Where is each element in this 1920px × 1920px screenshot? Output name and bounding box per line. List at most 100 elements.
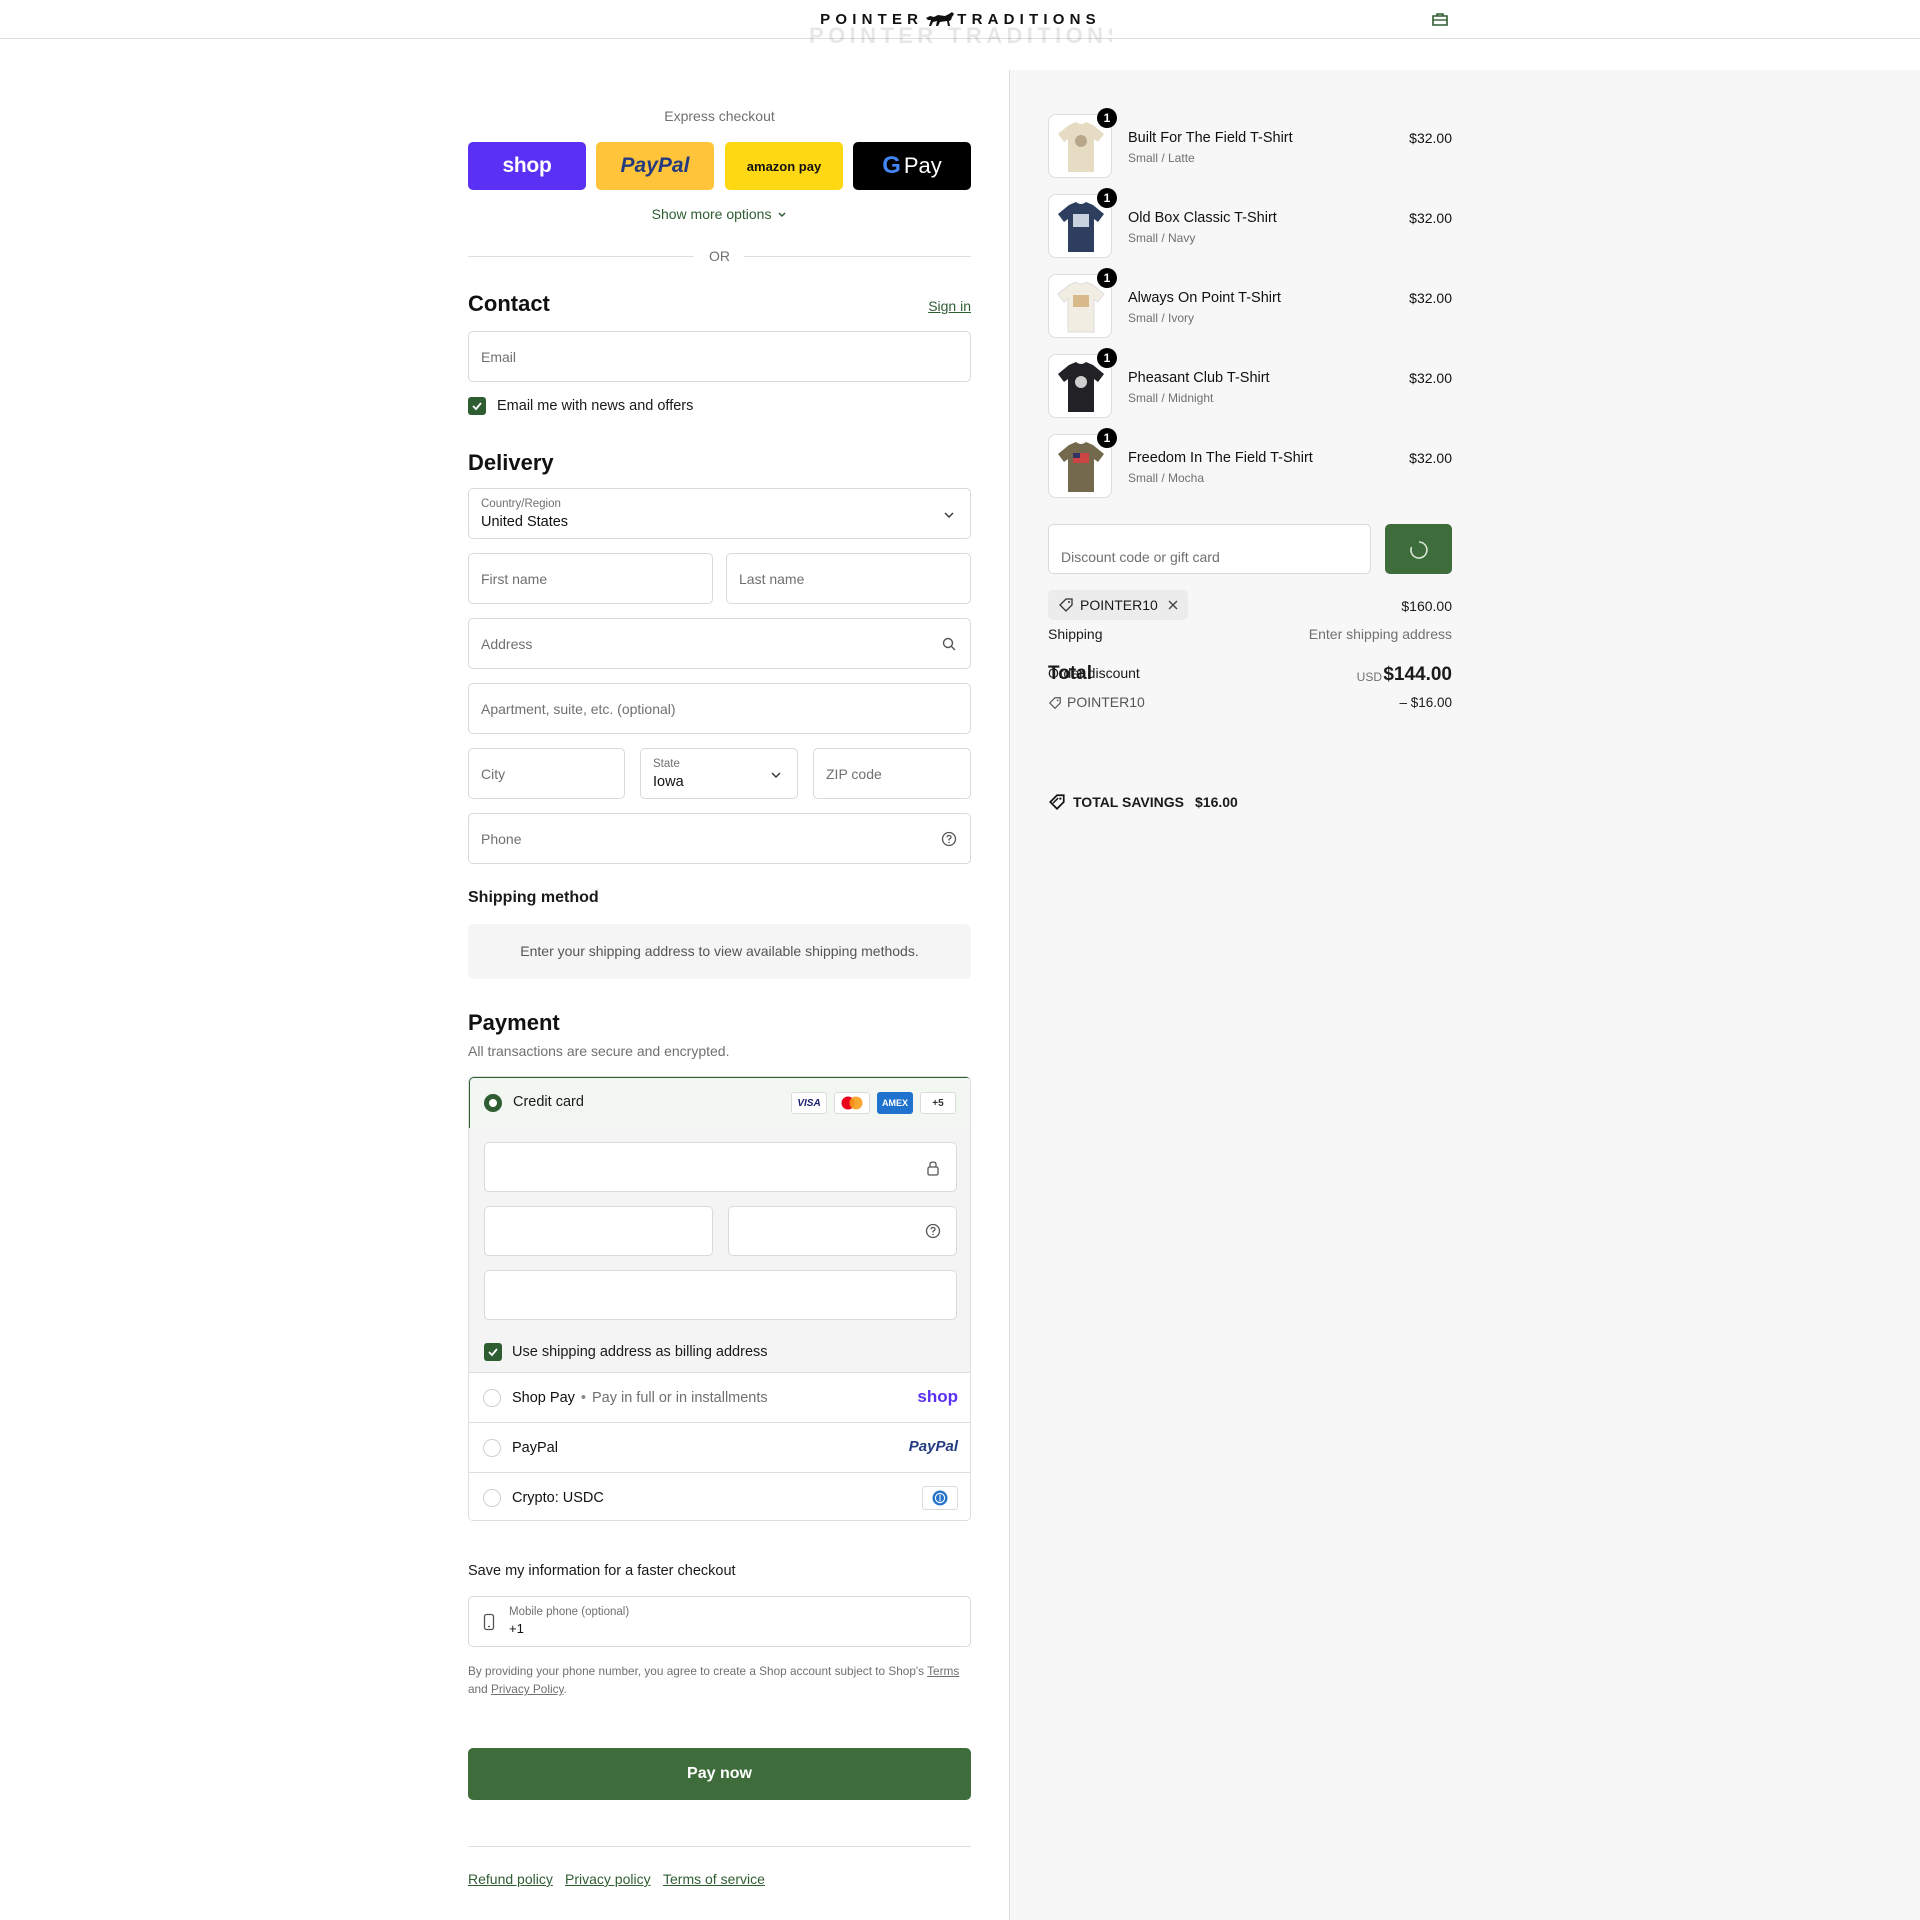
phone-field[interactable]: Phone [468,813,971,864]
expiration-date-input[interactable] [484,1206,713,1256]
city-field[interactable]: City [468,748,625,799]
product-variant: Small / Mocha [1128,471,1205,485]
shop-pay-logo: shop [502,154,552,177]
cart-item: 1 Old Box Classic T-Shirt Small / Navy $… [1048,188,1452,258]
total-value: $144.00 [1383,664,1452,685]
billing-same-label: Use shipping address as billing address [512,1344,768,1360]
crypto-label: Crypto: USDC [512,1490,604,1506]
product-name: Pheasant Club T-Shirt [1128,370,1270,386]
cart-item: 1 Freedom In The Field T-Shirt Small / M… [1048,428,1452,498]
last-name-placeholder: Last name [739,571,805,587]
logo-reflection: POINTER TRADITIONS [809,27,1112,45]
product-name: Built For The Field T-Shirt [1128,130,1293,146]
amex-label: AMEX [881,1098,908,1108]
legal-and: and [468,1682,488,1696]
last-name-field[interactable]: Last name [726,553,971,604]
shop-privacy-link[interactable]: Privacy Policy [491,1682,564,1696]
product-variant: Small / Navy [1128,231,1196,245]
visa-icon: VISA [791,1092,827,1114]
mobile-phone-icon [483,1613,495,1631]
legal-prefix: By providing your phone number, you agre… [468,1664,925,1678]
product-name: Always On Point T-Shirt [1128,290,1281,306]
terms-of-service-link[interactable]: Terms of service [663,1871,765,1887]
google-pay-label: Pay [903,153,942,178]
country-select[interactable]: Country/Region United States [468,488,971,539]
paypal-button[interactable]: PayPal [596,142,714,190]
address-field[interactable]: Address [468,618,971,669]
show-more-options-link[interactable]: Show more options [468,206,971,222]
name-on-card-input[interactable] [484,1270,957,1320]
shop-terms-link[interactable]: Terms [927,1664,959,1678]
shop-pay-option[interactable]: Shop Pay • Pay in full or in installments … [469,1372,970,1422]
shop-pay-radio[interactable] [483,1389,501,1407]
more-cards-badge: +5 [920,1092,956,1114]
cart-item: 1 Built For The Field T-Shirt Small / La… [1048,108,1452,178]
shopping-bag-icon[interactable] [1430,11,1450,27]
shipping-method-info: Enter your shipping address to view avai… [468,924,971,979]
google-pay-button[interactable]: G Pay [853,142,971,190]
product-price: $32.00 [1409,210,1452,226]
zip-placeholder: ZIP code [826,766,882,782]
refund-policy-link[interactable]: Refund policy [468,1871,553,1887]
crypto-radio[interactable] [483,1489,501,1507]
apply-discount-button[interactable] [1385,524,1452,574]
total-savings-label: TOTAL SAVINGS [1073,794,1184,810]
subtotal-value: $160.00 [1401,598,1452,614]
logo-text-left: POINTER [820,10,924,28]
currency-code: USD [1356,670,1382,684]
or-label: OR [709,248,730,264]
help-circle-icon[interactable] [941,831,957,847]
credit-card-option[interactable]: Credit card VISA AMEX +5 [469,1077,970,1129]
mastercard-circles [841,1096,863,1110]
search-icon [942,637,956,651]
apartment-field[interactable]: Apartment, suite, etc. (optional) [468,683,971,734]
visa-label: VISA [797,1097,821,1109]
product-variant: Small / Ivory [1128,311,1195,325]
shipping-label: Shipping [1048,626,1103,642]
mobile-phone-value: +1 [509,1621,524,1636]
pay-now-button[interactable]: Pay now [468,1748,971,1800]
privacy-policy-link[interactable]: Privacy policy [565,1871,651,1887]
credit-card-radio[interactable] [484,1094,502,1112]
close-icon[interactable] [1167,599,1179,611]
store-logo[interactable]: POINTER TRADITIONS [809,10,1112,28]
shop-pay-label: Shop Pay • Pay in full or in installments [512,1390,768,1406]
paypal-radio[interactable] [483,1439,501,1457]
shipping-value: Enter shipping address [1308,626,1452,642]
shop-pay-button[interactable]: shop [468,142,586,190]
usdc-icon [922,1486,958,1510]
email-field[interactable]: Email [468,331,971,382]
security-code-input[interactable] [728,1206,957,1256]
first-name-field[interactable]: First name [468,553,713,604]
order-summary-background [1009,70,1920,1920]
tag-icon [1048,697,1061,710]
newsletter-checkbox[interactable] [468,397,486,415]
state-select[interactable]: State Iowa [640,748,798,799]
chevron-down-icon [778,212,786,218]
email-placeholder: Email [481,349,517,365]
paypal-label: PayPal [512,1440,558,1456]
paypal-logo: PayPal [908,1438,958,1455]
cart-item: 1 Pheasant Club T-Shirt Small / Midnight… [1048,348,1452,418]
crypto-usdc-option[interactable]: Crypto: USDC [469,1472,970,1520]
payment-subtitle: All transactions are secure and encrypte… [468,1043,730,1059]
product-price: $32.00 [1409,130,1452,146]
discount-code-label: POINTER10 [1067,694,1145,710]
product-price: $32.00 [1409,370,1452,386]
tag-icon [1059,598,1073,612]
help-circle-icon[interactable] [925,1223,941,1239]
amazon-pay-button[interactable]: amazon pay [725,142,843,190]
express-checkout-title: Express checkout [664,108,775,124]
card-number-input[interactable] [484,1142,957,1192]
discount-code-input[interactable]: Discount code or gift card [1048,524,1371,574]
payment-methods: Credit card VISA AMEX +5 Use shipping ad… [468,1076,971,1521]
sign-in-link[interactable]: Sign in [928,298,971,314]
logo-text-right: TRADITIONS [957,10,1101,28]
newsletter-label: Email me with news and offers [497,398,694,414]
zip-field[interactable]: ZIP code [813,748,971,799]
billing-same-checkbox[interactable] [484,1343,502,1361]
google-g-icon: G [882,152,901,179]
paypal-option[interactable]: PayPal PayPal [469,1422,970,1472]
mobile-phone-field[interactable]: Mobile phone (optional) +1 [468,1596,971,1647]
mobile-phone-label: Mobile phone (optional) [509,1606,630,1618]
